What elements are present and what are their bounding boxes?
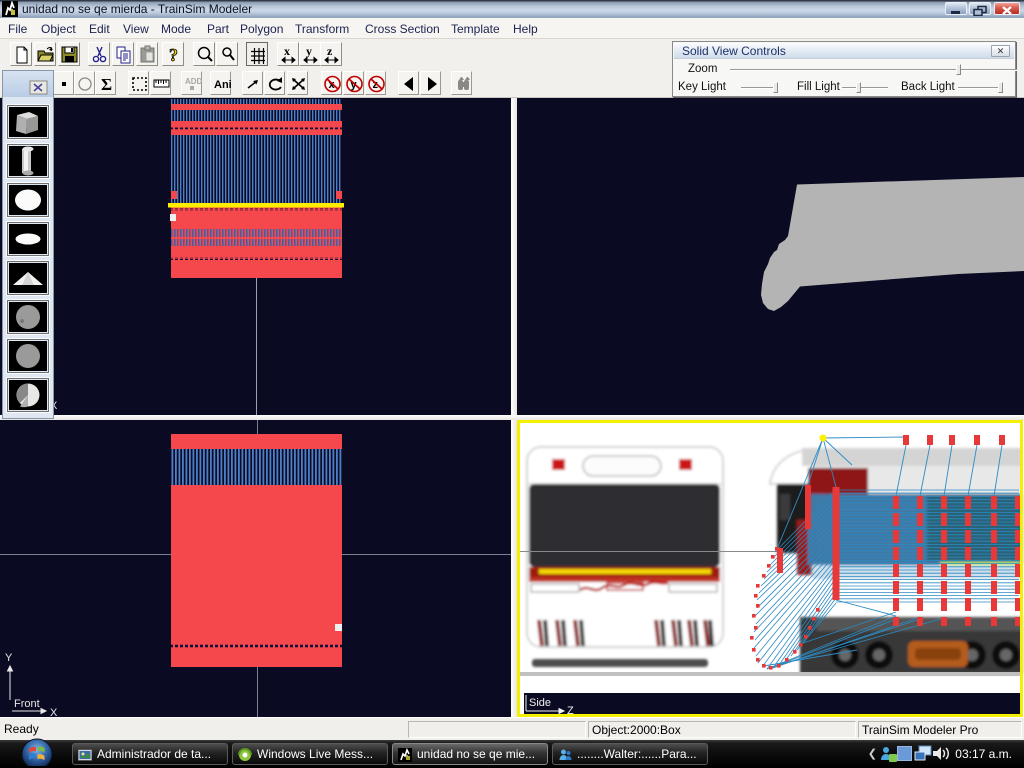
svg-text:y: y — [306, 44, 312, 58]
svg-text:Front: Front — [14, 698, 40, 710]
svg-text:ADD: ADD — [185, 77, 203, 86]
svg-text:x: x — [284, 44, 290, 58]
svg-text:Ani: Ani — [214, 79, 232, 91]
svg-text:Σ: Σ — [101, 75, 112, 94]
svg-text:Y: Y — [5, 652, 13, 664]
svg-text:?: ? — [169, 45, 178, 65]
svg-text:Side: Side — [529, 697, 551, 709]
svg-text:z: z — [327, 44, 333, 58]
svg-text:X: X — [50, 707, 58, 717]
